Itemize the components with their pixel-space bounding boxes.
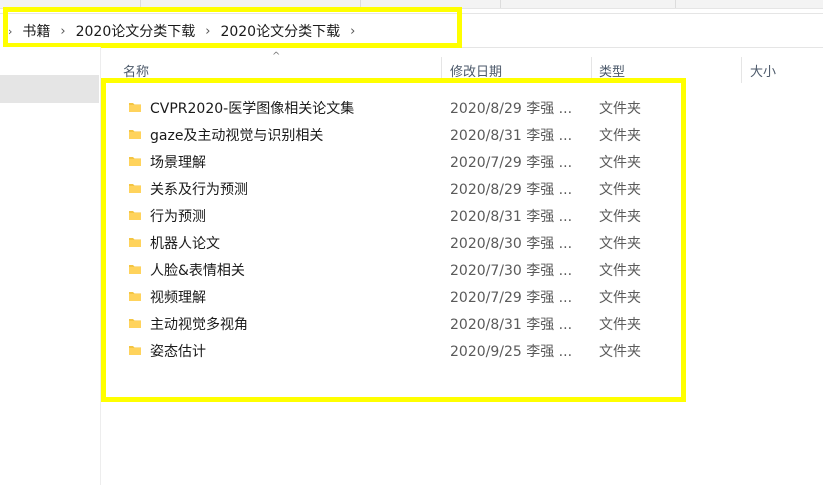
list-item[interactable]: 视频理解 2020/7/29 李强 ... 文件夹	[101, 283, 823, 310]
list-item[interactable]: 行为预测 2020/8/31 李强 ... 文件夹	[101, 202, 823, 229]
item-date: 2020/8/29 李强 ...	[450, 101, 573, 117]
breadcrumb: › 书籍 › 2020论文分类下载 › 2020论文分类下载 ›	[8, 21, 355, 41]
item-date: 2020/7/29 李强 ...	[450, 155, 573, 171]
ribbon-divider	[500, 0, 501, 8]
ribbon-divider	[360, 0, 361, 8]
folder-icon	[129, 238, 141, 247]
list-item[interactable]: 机器人论文 2020/8/30 李强 ... 文件夹	[101, 229, 823, 256]
list-item[interactable]: 主动视觉多视角 2020/8/31 李强 ... 文件夹	[101, 310, 823, 337]
item-name: CVPR2020-医学图像相关论文集	[150, 101, 355, 117]
navigation-pane[interactable]	[0, 47, 101, 485]
column-header-row: ^ 名称 修改日期 类型 大小	[101, 51, 823, 83]
sort-up-icon: ^	[272, 51, 281, 62]
column-header-name[interactable]: 名称	[123, 61, 149, 80]
list-item[interactable]: 人脸&表情相关 2020/7/30 李强 ... 文件夹	[101, 256, 823, 283]
item-name: 主动视觉多视角	[150, 317, 248, 333]
breadcrumb-item-books[interactable]: 书籍	[22, 21, 50, 41]
column-divider[interactable]	[441, 57, 442, 83]
breadcrumb-item-paper-downloads[interactable]: 2020论文分类下载	[76, 21, 196, 41]
item-type: 文件夹	[599, 128, 641, 144]
item-date: 2020/8/29 李强 ...	[450, 182, 573, 198]
item-name: 人脸&表情相关	[150, 263, 245, 279]
column-divider[interactable]	[741, 57, 742, 83]
list-item[interactable]: 姿态估计 2020/9/25 李强 ... 文件夹	[101, 337, 823, 364]
folder-icon	[129, 292, 141, 301]
item-name: gaze及主动视觉与识别相关	[150, 128, 324, 144]
ribbon-divider	[140, 0, 141, 8]
column-header-date[interactable]: 修改日期	[450, 61, 502, 80]
file-list: CVPR2020-医学图像相关论文集 2020/8/29 李强 ... 文件夹 …	[101, 94, 823, 364]
breadcrumb-item-paper-downloads-current[interactable]: 2020论文分类下载	[220, 21, 340, 41]
folder-icon	[129, 184, 141, 193]
ribbon-strip	[0, 0, 823, 9]
ribbon-divider	[675, 0, 676, 8]
item-type: 文件夹	[599, 263, 641, 279]
item-type: 文件夹	[599, 236, 641, 252]
item-name: 视频理解	[150, 290, 206, 306]
item-name: 关系及行为预测	[150, 182, 248, 198]
column-header-size[interactable]: 大小	[750, 61, 776, 80]
item-date: 2020/8/31 李强 ...	[450, 128, 573, 144]
breadcrumb-leading-chevron-icon[interactable]: ›	[8, 25, 12, 38]
folder-icon	[129, 346, 141, 355]
folder-icon	[129, 103, 141, 112]
folder-icon	[129, 319, 141, 328]
item-date: 2020/9/25 李强 ...	[450, 344, 573, 360]
column-header-type[interactable]: 类型	[599, 61, 625, 80]
item-date: 2020/8/30 李强 ...	[450, 236, 573, 252]
item-name: 行为预测	[150, 209, 206, 225]
nav-selected-item[interactable]	[0, 75, 99, 103]
item-date: 2020/8/31 李强 ...	[450, 317, 573, 333]
list-item[interactable]: 场景理解 2020/7/29 李强 ... 文件夹	[101, 148, 823, 175]
item-type: 文件夹	[599, 155, 641, 171]
item-type: 文件夹	[599, 317, 641, 333]
item-name: 场景理解	[150, 155, 206, 171]
breadcrumb-chevron-icon[interactable]: ›	[205, 24, 210, 39]
item-date: 2020/7/29 李强 ...	[450, 290, 573, 306]
item-type: 文件夹	[599, 209, 641, 225]
item-type: 文件夹	[599, 182, 641, 198]
folder-icon	[129, 211, 141, 220]
folder-icon	[129, 157, 141, 166]
item-type: 文件夹	[599, 290, 641, 306]
folder-icon	[129, 265, 141, 274]
breadcrumb-chevron-icon[interactable]: ›	[60, 24, 65, 39]
folder-icon	[129, 130, 141, 139]
item-date: 2020/7/30 李强 ...	[450, 263, 573, 279]
breadcrumb-chevron-icon[interactable]: ›	[350, 24, 355, 39]
item-name: 姿态估计	[150, 344, 206, 360]
item-name: 机器人论文	[150, 236, 220, 252]
item-date: 2020/8/31 李强 ...	[450, 209, 573, 225]
item-type: 文件夹	[599, 344, 641, 360]
column-divider[interactable]	[591, 57, 592, 83]
address-bar[interactable]: › 书籍 › 2020论文分类下载 › 2020论文分类下载 ›	[0, 13, 823, 48]
item-type: 文件夹	[599, 101, 641, 117]
list-item[interactable]: 关系及行为预测 2020/8/29 李强 ... 文件夹	[101, 175, 823, 202]
list-item[interactable]: gaze及主动视觉与识别相关 2020/8/31 李强 ... 文件夹	[101, 121, 823, 148]
list-item[interactable]: CVPR2020-医学图像相关论文集 2020/8/29 李强 ... 文件夹	[101, 94, 823, 121]
